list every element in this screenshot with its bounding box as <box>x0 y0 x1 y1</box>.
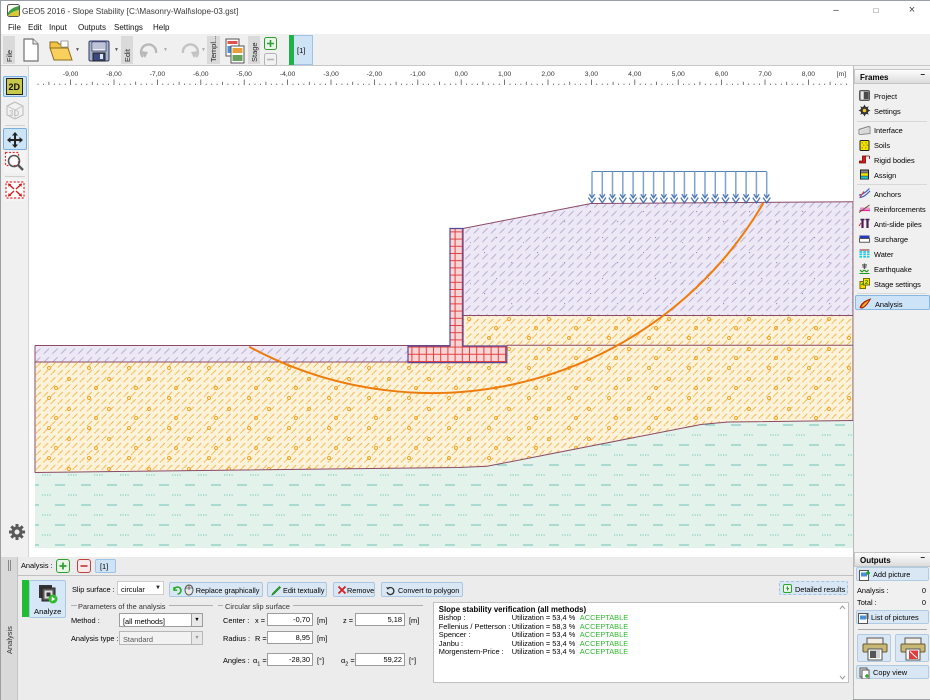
svg-text:2,00: 2,00 <box>541 71 554 78</box>
svg-text:0,00: 0,00 <box>455 71 468 78</box>
svg-text:-6,00: -6,00 <box>193 71 209 78</box>
svg-text:5,00: 5,00 <box>672 71 685 78</box>
svg-text:-7,00: -7,00 <box>150 71 166 78</box>
svg-text:[m]: [m] <box>837 71 847 78</box>
svg-text:-8,00: -8,00 <box>106 71 122 78</box>
svg-text:-9,00: -9,00 <box>63 71 79 78</box>
svg-text:2: 2 <box>865 280 868 286</box>
svg-text:4,00: 4,00 <box>628 71 641 78</box>
svg-text:-3,00: -3,00 <box>323 71 339 78</box>
svg-text:7,00: 7,00 <box>758 71 771 78</box>
svg-text:-1,00: -1,00 <box>410 71 426 78</box>
svg-text:8,00: 8,00 <box>802 71 815 78</box>
svg-text:-2,00: -2,00 <box>367 71 383 78</box>
svg-text:3D: 3D <box>9 109 19 118</box>
svg-text:-4,00: -4,00 <box>280 71 296 78</box>
svg-text:1,00: 1,00 <box>498 71 511 78</box>
svg-text:3,00: 3,00 <box>585 71 598 78</box>
svg-text:6,00: 6,00 <box>715 71 728 78</box>
svg-text:-5,00: -5,00 <box>236 71 252 78</box>
